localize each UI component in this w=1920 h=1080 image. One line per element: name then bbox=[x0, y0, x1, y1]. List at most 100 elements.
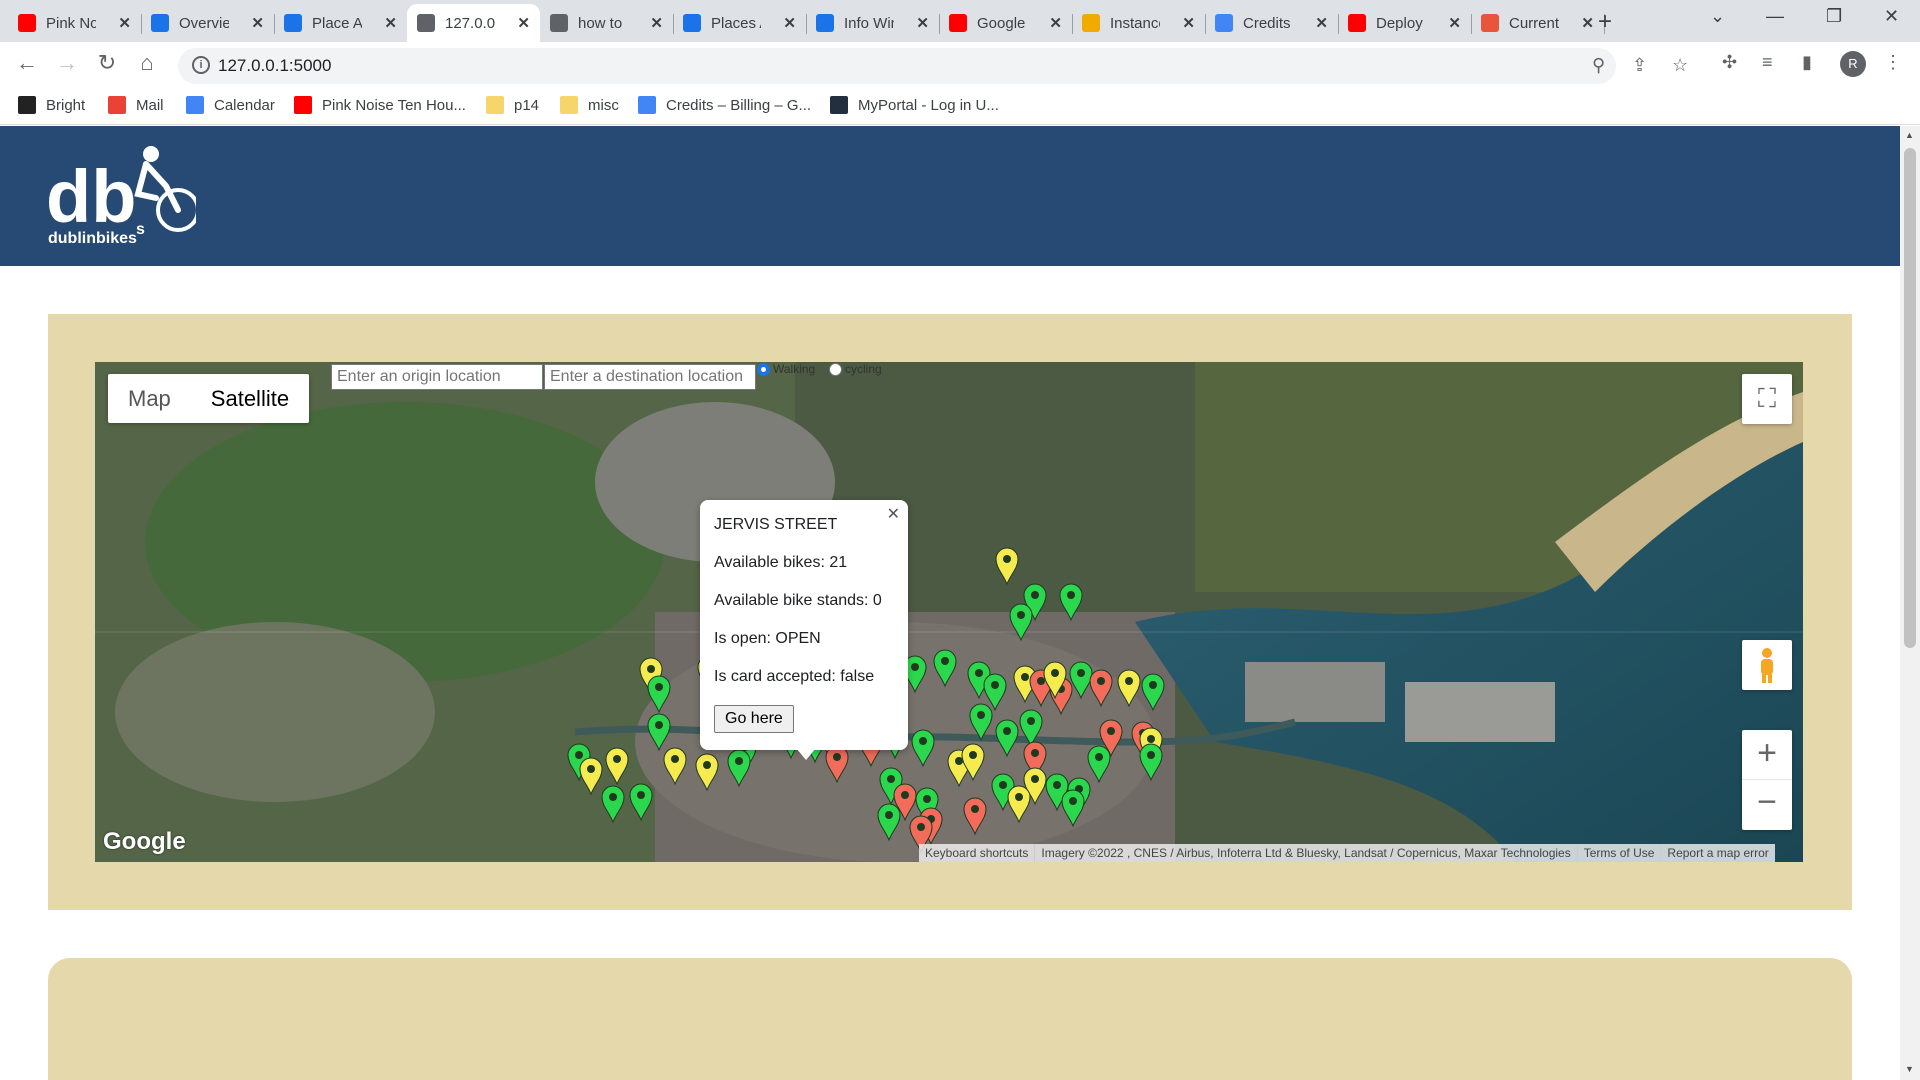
zoom-in-button[interactable]: + bbox=[1742, 730, 1792, 780]
satellite-imagery[interactable] bbox=[95, 362, 1803, 862]
location-icon[interactable]: ⚲ bbox=[1592, 55, 1605, 76]
close-tab-icon[interactable]: ✕ bbox=[650, 14, 663, 32]
close-tab-icon[interactable]: ✕ bbox=[783, 14, 796, 32]
page-viewport: db s dublinbikes Map Satellite Enter an … bbox=[0, 126, 1900, 1080]
bookmark-item[interactable]: misc bbox=[560, 96, 619, 114]
browser-tab[interactable]: Pink Noise ✕ bbox=[8, 4, 142, 42]
walking-radio-dot[interactable] bbox=[757, 362, 770, 376]
reload-icon[interactable]: ↻ bbox=[92, 50, 122, 76]
pegman-icon[interactable] bbox=[1742, 640, 1792, 690]
card-accepted: Is card accepted: false bbox=[714, 668, 875, 685]
close-tab-icon[interactable]: ✕ bbox=[1049, 14, 1062, 32]
bookmark-item[interactable]: Bright bbox=[18, 96, 85, 114]
scrollbar-thumb[interactable] bbox=[1904, 148, 1916, 648]
google-map[interactable]: Map Satellite Walking cycling ⛶ + − Goog bbox=[95, 362, 1803, 862]
cycling-radio[interactable]: cycling bbox=[829, 362, 882, 376]
zoom-out-button[interactable]: − bbox=[1742, 780, 1792, 830]
close-tab-icon[interactable]: ✕ bbox=[384, 14, 397, 32]
page-scrollbar[interactable]: ▲ ▼ bbox=[1900, 126, 1920, 1080]
scroll-up-icon[interactable]: ▲ bbox=[1905, 130, 1914, 140]
bookmark-label: Mail bbox=[136, 96, 164, 114]
browser-tab[interactable]: how to ✕ bbox=[540, 4, 674, 42]
bookmark-star-icon[interactable]: ☆ bbox=[1672, 55, 1688, 76]
destination-input[interactable] bbox=[544, 364, 756, 390]
go-here-button[interactable]: Go here bbox=[714, 705, 794, 733]
bookmark-label: Pink Noise Ten Hou... bbox=[322, 96, 466, 114]
close-tab-icon[interactable]: ✕ bbox=[1315, 14, 1328, 32]
new-tab-button[interactable]: + bbox=[1598, 8, 1612, 36]
tab-strip: Pink Noise ✕ Overview ✕ Place API ✕ 127.0.0.1 ✕… bbox=[0, 0, 1920, 42]
bookmark-item[interactable]: Credits – Billing – G... bbox=[638, 96, 811, 114]
minimize-button[interactable]: — bbox=[1766, 6, 1784, 27]
browser-tab[interactable]: Deploy ✕ bbox=[1338, 4, 1472, 42]
bookmark-item[interactable]: Calendar bbox=[186, 96, 275, 114]
tab-title: Overview bbox=[179, 14, 229, 32]
scroll-down-icon[interactable]: ▼ bbox=[1905, 1064, 1914, 1074]
tab-title: Google bbox=[977, 14, 1026, 32]
browser-tab[interactable]: Overview ✕ bbox=[141, 4, 275, 42]
browser-tab[interactable]: Place API ✕ bbox=[274, 4, 407, 42]
close-tab-icon[interactable]: ✕ bbox=[517, 14, 530, 32]
browser-tab[interactable]: Current ✕ bbox=[1471, 4, 1605, 42]
bookmark-label: Bright bbox=[46, 96, 86, 114]
maximize-button[interactable]: ❐ bbox=[1826, 6, 1842, 27]
map-type-satellite[interactable]: Satellite bbox=[191, 374, 309, 423]
folder-icon bbox=[560, 96, 578, 114]
close-window-button[interactable]: ✕ bbox=[1884, 6, 1899, 27]
cycling-radio-dot[interactable] bbox=[829, 362, 842, 376]
close-tab-icon[interactable]: ✕ bbox=[251, 14, 264, 32]
browser-tab[interactable]: Info Window ✕ bbox=[806, 4, 940, 42]
bookmark-item[interactable]: Mail bbox=[108, 96, 164, 114]
tab-title: Places API bbox=[711, 14, 761, 32]
map-type-map[interactable]: Map bbox=[108, 374, 191, 423]
browser-tab[interactable]: Places API ✕ bbox=[673, 4, 807, 42]
close-tab-icon[interactable]: ✕ bbox=[1182, 14, 1195, 32]
tab-search-icon[interactable]: ⌄ bbox=[1710, 6, 1725, 27]
url-text[interactable]: 127.0.0.1:5000 bbox=[218, 56, 331, 76]
browser-tab[interactable]: Credits ✕ bbox=[1205, 4, 1339, 42]
gmail-icon bbox=[108, 96, 126, 114]
billing-icon bbox=[638, 96, 656, 114]
extensions-icon[interactable]: ✣ bbox=[1722, 52, 1737, 73]
share-icon[interactable]: ⇪ bbox=[1632, 55, 1647, 76]
map-attribution: Keyboard shortcuts Imagery ©2022 , CNES … bbox=[919, 844, 1775, 862]
close-icon[interactable]: ✕ bbox=[887, 504, 900, 524]
profile-avatar[interactable]: R bbox=[1840, 51, 1866, 77]
media-control-icon[interactable]: ≡ bbox=[1762, 52, 1773, 73]
keyboard-shortcuts-link[interactable]: Keyboard shortcuts bbox=[919, 844, 1034, 862]
info-window-pointer bbox=[796, 748, 816, 760]
walking-radio[interactable]: Walking bbox=[757, 362, 815, 376]
browser-tab[interactable]: Instances ✕ bbox=[1072, 4, 1206, 42]
bookmark-label: Calendar bbox=[214, 96, 275, 114]
close-tab-icon[interactable]: ✕ bbox=[118, 14, 131, 32]
site-info-icon[interactable]: i bbox=[192, 56, 210, 74]
bookmark-item[interactable]: p14 bbox=[486, 96, 539, 114]
address-bar[interactable]: i 127.0.0.1:5000 ⚲ ⇪ ☆ bbox=[178, 48, 1688, 84]
side-panel-icon[interactable]: ▮ bbox=[1802, 52, 1812, 73]
available-bikes: Available bikes: 21 bbox=[714, 554, 848, 571]
browser-tab[interactable]: 127.0.0.1 ✕ bbox=[407, 4, 540, 42]
bookmark-label: MyPortal - Log in U... bbox=[858, 96, 999, 114]
fullscreen-button[interactable]: ⛶ bbox=[1742, 374, 1792, 424]
billing-icon bbox=[1215, 14, 1233, 32]
globe-icon bbox=[417, 14, 435, 32]
close-tab-icon[interactable]: ✕ bbox=[916, 14, 929, 32]
terms-of-use-link[interactable]: Terms of Use bbox=[1576, 844, 1661, 862]
bookmark-label: p14 bbox=[514, 96, 540, 114]
report-map-error-link[interactable]: Report a map error bbox=[1660, 844, 1774, 862]
close-tab-icon[interactable]: ✕ bbox=[1448, 14, 1461, 32]
browser-tab[interactable]: Google ✕ bbox=[939, 4, 1073, 42]
bookmark-item[interactable]: MyPortal - Log in U... bbox=[830, 96, 999, 114]
youtube-icon bbox=[949, 14, 967, 32]
brand-name: dublinbikes bbox=[48, 230, 137, 247]
origin-input[interactable] bbox=[331, 364, 543, 390]
forward-icon[interactable]: → bbox=[52, 50, 82, 76]
tab-title: Credits bbox=[1243, 14, 1291, 32]
menu-icon[interactable]: ⋮ bbox=[1884, 52, 1902, 73]
back-icon[interactable]: ← bbox=[12, 50, 42, 76]
bookmark-item[interactable]: Pink Noise Ten Hou... bbox=[294, 96, 466, 114]
close-tab-icon[interactable]: ✕ bbox=[1581, 14, 1594, 32]
station-name: JERVIS STREET bbox=[714, 516, 838, 533]
youtube-icon bbox=[1348, 14, 1366, 32]
home-icon[interactable]: ⌂ bbox=[132, 50, 162, 76]
